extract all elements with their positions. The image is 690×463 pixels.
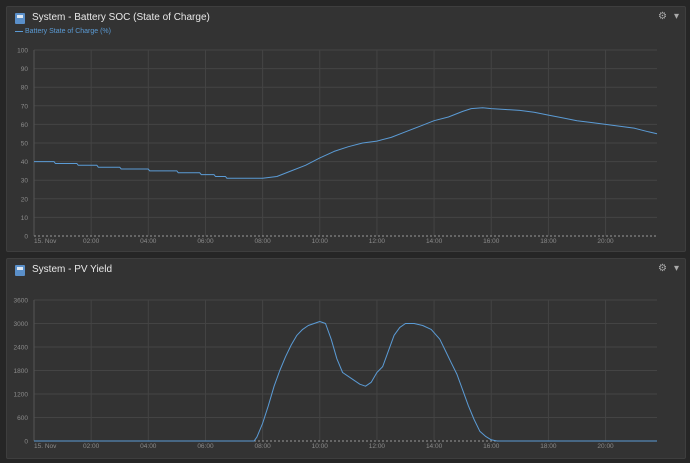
y-tick-label: 50 — [21, 141, 29, 148]
x-tick-label: 04:00 — [140, 443, 157, 450]
y-tick-label: 30 — [21, 178, 29, 185]
series-line[interactable] — [34, 321, 657, 442]
x-tick-label: 20:00 — [597, 443, 614, 450]
x-tick-label: 16:00 — [483, 443, 500, 450]
x-tick-label: 06:00 — [197, 443, 214, 450]
y-tick-label: 0 — [24, 234, 28, 241]
x-tick-label: 18:00 — [540, 238, 557, 245]
x-tick-label: 18:00 — [540, 443, 557, 450]
x-tick-label: 10:00 — [312, 443, 329, 450]
x-tick-label: 15. Nov — [34, 443, 57, 450]
y-tick-label: 1200 — [14, 392, 29, 399]
x-tick-label: 12:00 — [369, 238, 386, 245]
x-tick-label: 16:00 — [483, 238, 500, 245]
x-tick-label: 10:00 — [312, 238, 329, 245]
y-tick-label: 3600 — [14, 298, 29, 305]
y-tick-label: 40 — [21, 159, 29, 166]
y-tick-label: 2400 — [14, 345, 29, 352]
y-tick-label: 3000 — [14, 321, 29, 328]
y-tick-label: 80 — [21, 85, 29, 92]
x-tick-label: 20:00 — [597, 238, 614, 245]
x-tick-label: 14:00 — [426, 238, 443, 245]
y-tick-label: 90 — [21, 66, 29, 73]
y-tick-label: 10 — [21, 215, 29, 222]
battery-soc-panel: System - Battery SOC (State of Charge) ⚙… — [6, 6, 686, 252]
x-tick-label: 08:00 — [254, 443, 271, 450]
x-tick-label: 02:00 — [83, 238, 100, 245]
y-tick-label: 100 — [17, 48, 28, 55]
x-tick-label: 14:00 — [426, 443, 443, 450]
y-tick-label: 20 — [21, 196, 29, 203]
y-tick-label: 60 — [21, 122, 29, 129]
x-tick-label: 15. Nov — [34, 238, 57, 245]
x-tick-label: 02:00 — [83, 443, 100, 450]
x-tick-label: 06:00 — [197, 238, 214, 245]
y-tick-label: 70 — [21, 103, 29, 110]
y-tick-label: 0 — [24, 439, 28, 446]
x-tick-label: 08:00 — [254, 238, 271, 245]
pv-yield-chart[interactable]: 0 600 1200 1800 2400 3000 3600 15. Nov 02:00 04:0… — [7, 259, 685, 458]
x-tick-label: 12:00 — [369, 443, 386, 450]
battery-soc-chart[interactable]: 0 10 20 30 40 50 60 70 80 90 100 15. Nov 02:00 04:00 0… — [7, 7, 685, 251]
y-tick-label: 1800 — [14, 368, 29, 375]
y-tick-label: 600 — [17, 415, 28, 422]
pv-yield-panel: System - PV Yield ⚙ ▾ 0 600 1200 1800 2400 30… — [6, 258, 686, 459]
x-tick-label: 04:00 — [140, 238, 157, 245]
